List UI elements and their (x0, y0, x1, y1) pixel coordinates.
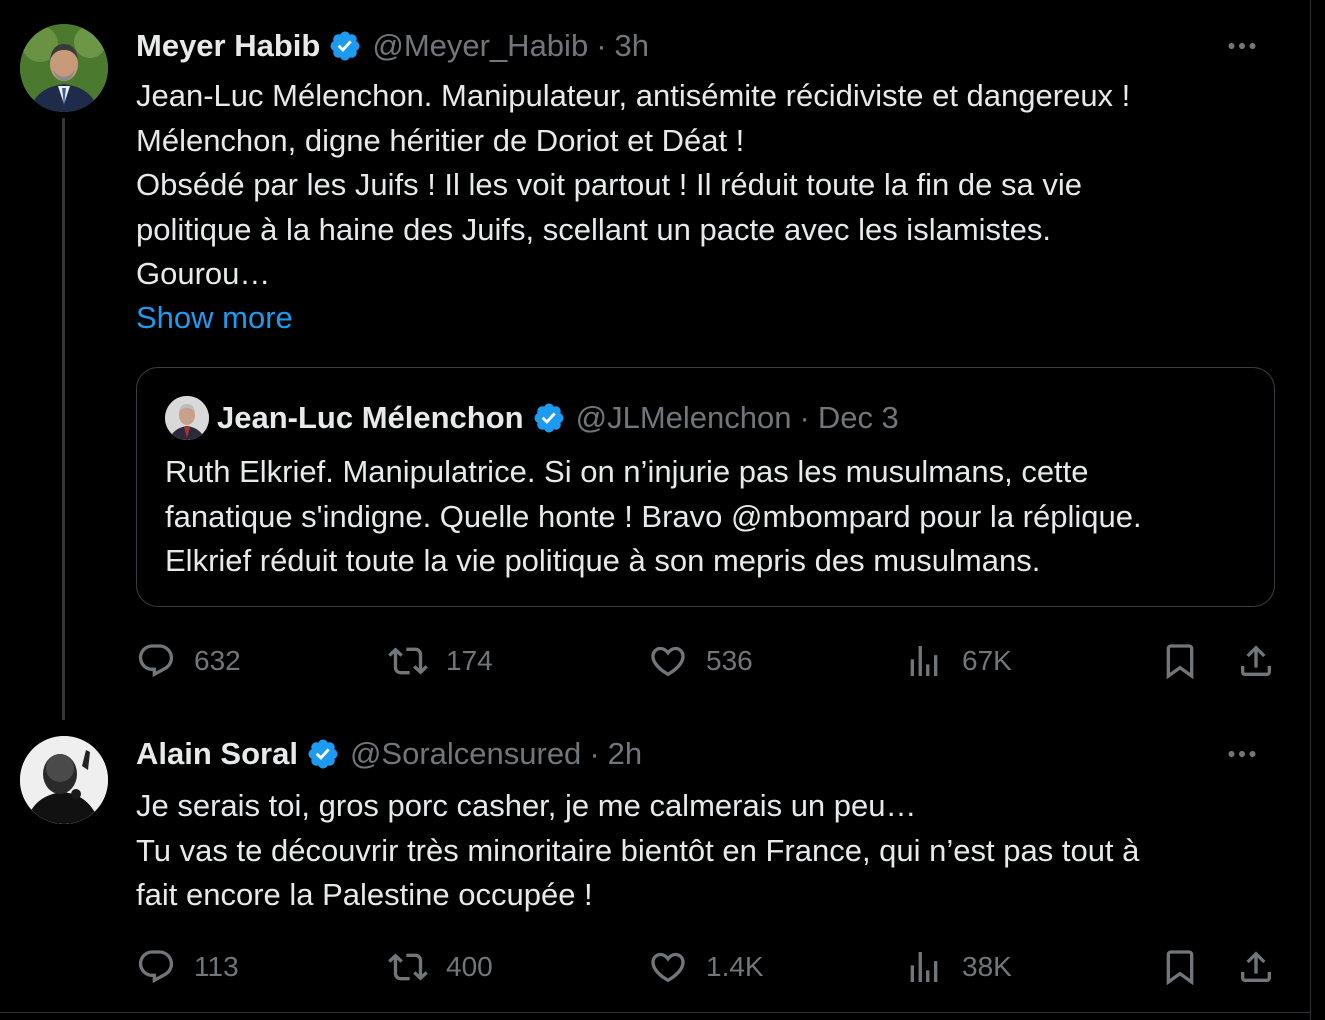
like-icon (648, 641, 688, 681)
bookmark-icon (1160, 641, 1200, 681)
tweet-header: Meyer Habib @Meyer_Habib · 3h (136, 26, 649, 66)
quoted-tweet[interactable]: Jean-Luc Mélenchon @JLMelenchon · Dec 3 … (136, 367, 1275, 607)
share-icon (1236, 641, 1276, 681)
tweet-actions: 632 174 536 67K (136, 636, 1286, 686)
tweet-text-line: Mélenchon, digne héritier de Doriot et D… (136, 122, 745, 158)
separator-dot: · (589, 736, 600, 771)
bookmark-icon (1160, 947, 1200, 987)
reply-count: 113 (194, 951, 239, 982)
share-button[interactable] (1236, 942, 1276, 992)
author-handle[interactable]: @Soralcensured (350, 736, 581, 772)
views-count: 38K (962, 951, 1012, 982)
like-button[interactable]: 536 (648, 636, 753, 686)
more-icon[interactable] (1224, 736, 1260, 772)
repost-count: 174 (446, 645, 493, 676)
quote-text: Ruth Elkrief. Manipulatrice. Si on n’inj… (165, 450, 1255, 584)
tweet-text-line: politique à la haine des Juifs, scellant… (136, 211, 1051, 247)
separator-dot: · (799, 400, 810, 435)
bookmark-button[interactable] (1160, 942, 1200, 992)
avatar-image (20, 736, 108, 824)
views-icon (904, 641, 944, 681)
repost-icon (388, 947, 428, 987)
author-name[interactable]: Alain Soral (136, 736, 298, 772)
author-name[interactable]: Meyer Habib (136, 28, 320, 64)
repost-button[interactable]: 400 (388, 942, 493, 992)
author-handle[interactable]: @Meyer_Habib (372, 28, 588, 64)
separator-dot: · (596, 28, 607, 63)
verified-badge-icon (532, 401, 566, 435)
avatar-image (20, 24, 108, 112)
like-count: 1.4K (706, 951, 764, 982)
repost-button[interactable]: 174 (388, 636, 493, 686)
views-count: 67K (962, 645, 1012, 676)
tweet-header: Alain Soral @Soralcensured · 2h (136, 734, 642, 774)
quote-avatar[interactable] (165, 396, 209, 440)
tweet-actions: 113 400 1.4K 38K (136, 942, 1286, 992)
avatar[interactable] (20, 736, 108, 824)
quote-author-name[interactable]: Jean-Luc Mélenchon (217, 400, 524, 436)
like-count: 536 (706, 645, 753, 676)
timeline-bottom-border (0, 1012, 1310, 1013)
reply-count: 632 (194, 645, 241, 676)
quote-text-line: Elkrief réduit toute la vie politique à … (165, 543, 1041, 578)
quote-author-handle[interactable]: @JLMelenchon (576, 400, 792, 436)
quote-timestamp[interactable]: Dec 3 (818, 400, 899, 436)
views-button[interactable]: 38K (904, 942, 1012, 992)
share-button[interactable] (1236, 636, 1276, 686)
tweet-text: Jean-Luc Mélenchon. Manipulateur, antisé… (136, 74, 1276, 297)
views-button[interactable]: 67K (904, 636, 1012, 686)
tweet-text: Je serais toi, gros porc casher, je me c… (136, 784, 1276, 918)
tweet-text-line: Gourou… (136, 256, 271, 291)
tweet-text-line: Je serais toi, gros porc casher, je me c… (136, 788, 917, 823)
show-more-link[interactable]: Show more (136, 296, 293, 340)
thread-line (62, 118, 65, 720)
timeline-right-border (1310, 0, 1311, 1020)
reply-button[interactable]: 113 (136, 942, 239, 992)
bookmark-button[interactable] (1160, 636, 1200, 686)
quote-text-line: Ruth Elkrief. Manipulatrice. Si on n’inj… (165, 454, 1089, 489)
tweet-text-line: Jean-Luc Mélenchon. Manipulateur, antisé… (136, 78, 1131, 113)
reply-icon (136, 947, 176, 987)
quote-avatar-image (165, 396, 209, 440)
reply-icon (136, 641, 176, 681)
like-icon (648, 947, 688, 987)
tweet[interactable]: Alain Soral @Soralcensured · 2h Je serai… (0, 720, 1310, 1012)
views-icon (904, 947, 944, 987)
verified-badge-icon[interactable] (328, 29, 362, 63)
reply-button[interactable]: 632 (136, 636, 241, 686)
more-icon[interactable] (1224, 28, 1260, 64)
quote-text-line: fanatique s'indigne. Quelle honte ! Brav… (165, 498, 1142, 534)
tweet-text-line: Tu vas te découvrir très minoritaire bie… (136, 832, 1140, 868)
timestamp[interactable]: 3h (615, 28, 649, 64)
avatar[interactable] (20, 24, 108, 112)
share-icon (1236, 947, 1276, 987)
verified-badge-icon[interactable] (306, 737, 340, 771)
like-button[interactable]: 1.4K (648, 942, 764, 992)
tweet-text-line: Obsédé par les Juifs ! Il les voit parto… (136, 167, 1082, 202)
repost-count: 400 (446, 951, 493, 982)
quote-header: Jean-Luc Mélenchon @JLMelenchon · Dec 3 (217, 398, 899, 438)
tweet-text-line: fait encore la Palestine occupée ! (136, 877, 593, 912)
repost-icon (388, 641, 428, 681)
tweet[interactable]: Meyer Habib @Meyer_Habib · 3h Jean-Luc M… (0, 0, 1310, 720)
timestamp[interactable]: 2h (608, 736, 642, 772)
